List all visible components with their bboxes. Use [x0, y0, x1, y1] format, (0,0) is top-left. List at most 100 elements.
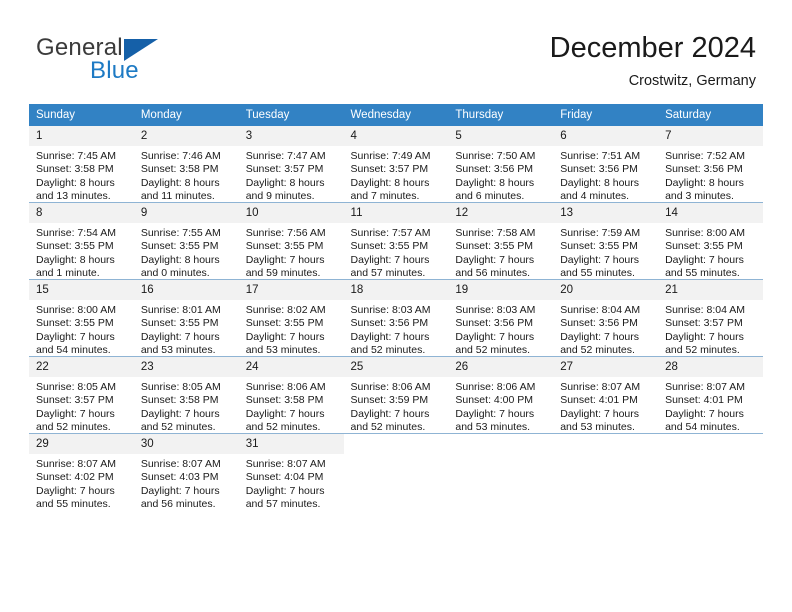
day-cell[interactable]: 6 Sunrise: 7:51 AM Sunset: 3:56 PM Daylight… [553, 126, 659, 202]
day-cell[interactable]: 8 Sunrise: 7:54 AM Sunset: 3:55 PM Daylight… [29, 203, 134, 279]
daylight-text-line1: Daylight: 7 hours [36, 330, 115, 343]
day-number: 31 [238, 434, 344, 454]
day-cell[interactable]: 26 Sunrise: 8:06 AM Sunset: 4:00 PM Dayligh… [448, 357, 554, 433]
day-cell-empty [553, 434, 658, 510]
daylight-text-line1: Daylight: 7 hours [665, 330, 744, 343]
day-sun-info: Sunrise: 8:00 AM Sunset: 3:55 PM Daylight:… [658, 223, 763, 281]
sunset-text: Sunset: 3:58 PM [140, 163, 219, 176]
sunrise-text: Sunrise: 7:54 AM [36, 227, 116, 239]
day-number [448, 434, 553, 454]
logo-text-blue: Blue [90, 57, 139, 84]
day-cell[interactable]: 14 Sunrise: 8:00 AM Sunset: 3:55 PM Dayligh… [658, 203, 763, 279]
sunrise-text: Sunrise: 8:07 AM [665, 381, 746, 393]
day-cell[interactable]: 2 Sunrise: 7:46 AM Sunset: 3:58 PM Daylight… [133, 126, 239, 204]
day-number: 23 [133, 357, 239, 377]
day-number: 8 [29, 203, 134, 223]
sunset-text: Sunset: 3:56 PM [560, 163, 638, 176]
sunrise-text: Sunrise: 8:07 AM [245, 458, 326, 470]
sunset-text: Sunset: 3:58 PM [245, 394, 324, 407]
sunset-text: Sunset: 3:55 PM [140, 317, 219, 330]
calendar-cell: 19 Sunrise: 8:03 AM Sunset: 3:56 PM Dayligh… [448, 279, 554, 357]
location-subtitle: Crostwitz, Germany [628, 73, 756, 89]
day-cell[interactable]: 19 Sunrise: 8:03 AM Sunset: 3:56 PM Dayligh… [448, 280, 554, 356]
day-number: 15 [29, 280, 134, 300]
daylight-text-line1: Daylight: 8 hours [36, 253, 115, 266]
calendar-cell: 6 Sunrise: 7:51 AM Sunset: 3:56 PM Daylight… [553, 126, 659, 203]
daylight-text-line1: Daylight: 7 hours [455, 253, 535, 266]
calendar-cell: 27 Sunrise: 8:07 AM Sunset: 4:01 PM Dayligh… [553, 356, 659, 434]
sunrise-text: Sunrise: 8:04 AM [665, 304, 746, 316]
daylight-text-line1: Daylight: 7 hours [665, 407, 744, 420]
calendar-cell: 20 Sunrise: 8:04 AM Sunset: 3:56 PM Dayligh… [553, 279, 659, 357]
sunrise-text: Sunrise: 8:04 AM [560, 304, 641, 316]
sunrise-text: Sunrise: 7:47 AM [245, 150, 326, 162]
sunrise-text: Sunrise: 8:00 AM [665, 227, 746, 239]
day-cell[interactable]: 31 Sunrise: 8:07 AM Sunset: 4:04 PM Dayligh… [238, 434, 344, 511]
day-sun-info: Sunrise: 8:00 AM Sunset: 3:55 PM Daylight:… [29, 300, 134, 358]
day-cell[interactable]: 25 Sunrise: 8:06 AM Sunset: 3:59 PM Dayligh… [343, 357, 449, 433]
day-cell[interactable]: 27 Sunrise: 8:07 AM Sunset: 4:01 PM Dayligh… [553, 357, 659, 433]
day-cell[interactable]: 15 Sunrise: 8:00 AM Sunset: 3:55 PM Dayligh… [29, 280, 134, 356]
day-cell[interactable]: 29 Sunrise: 8:07 AM Sunset: 4:02 PM Dayligh… [29, 434, 134, 510]
day-cell[interactable]: 24 Sunrise: 8:06 AM Sunset: 3:58 PM Dayligh… [238, 357, 344, 435]
daylight-text-line2: and 57 minutes. [245, 498, 321, 511]
daylight-text-line1: Daylight: 8 hours [665, 176, 744, 189]
calendar-cell: 31 Sunrise: 8:07 AM Sunset: 4:04 PM Dayligh… [238, 433, 344, 511]
day-number: 11 [343, 203, 449, 223]
day-cell[interactable]: 30 Sunrise: 8:07 AM Sunset: 4:03 PM Dayligh… [133, 434, 239, 510]
day-cell[interactable]: 12 Sunrise: 7:58 AM Sunset: 3:55 PM Dayligh… [448, 203, 554, 281]
day-number: 21 [658, 280, 763, 300]
day-cell[interactable]: 20 Sunrise: 8:04 AM Sunset: 3:56 PM Dayligh… [553, 280, 659, 356]
day-cell[interactable]: 4 Sunrise: 7:49 AM Sunset: 3:57 PM Daylight… [343, 126, 449, 202]
sunrise-text: Sunrise: 8:07 AM [36, 458, 116, 470]
day-number: 26 [448, 357, 554, 377]
title-block: December 2024 Crostwitz, Germany [550, 30, 756, 90]
weekday-header-tuesday: Tuesday [238, 104, 344, 126]
day-cell[interactable]: 3 Sunrise: 7:47 AM Sunset: 3:57 PM Daylight… [238, 126, 344, 202]
day-cell[interactable]: 17 Sunrise: 8:02 AM Sunset: 3:55 PM Dayligh… [238, 280, 344, 356]
day-number [553, 434, 658, 454]
day-cell[interactable]: 21 Sunrise: 8:04 AM Sunset: 3:57 PM Dayligh… [658, 280, 763, 356]
calendar-cell [448, 433, 554, 510]
sunrise-text: Sunrise: 7:55 AM [140, 227, 221, 239]
weekday-header-saturday: Saturday [658, 104, 763, 126]
day-cell[interactable]: 22 Sunrise: 8:05 AM Sunset: 3:57 PM Dayligh… [29, 357, 134, 433]
day-cell[interactable]: 7 Sunrise: 7:52 AM Sunset: 3:56 PM Daylight… [658, 126, 763, 202]
sunset-text: Sunset: 4:00 PM [455, 394, 534, 407]
day-number: 9 [133, 203, 239, 223]
sunset-text: Sunset: 3:55 PM [560, 240, 638, 253]
day-cell[interactable]: 9 Sunrise: 7:55 AM Sunset: 3:55 PM Daylight… [133, 203, 239, 279]
daylight-text-line1: Daylight: 8 hours [245, 176, 325, 189]
day-sun-info: Sunrise: 7:58 AM Sunset: 3:55 PM Daylight:… [448, 223, 553, 281]
sunset-text: Sunset: 3:56 PM [350, 317, 429, 330]
calendar-cell: 25 Sunrise: 8:06 AM Sunset: 3:59 PM Dayligh… [343, 356, 449, 434]
daylight-text-line1: Daylight: 7 hours [350, 330, 430, 343]
calendar-cell: 9 Sunrise: 7:55 AM Sunset: 3:55 PM Daylight… [133, 202, 239, 280]
calendar-cell: 22 Sunrise: 8:05 AM Sunset: 3:57 PM Dayligh… [29, 356, 134, 434]
sunrise-text: Sunrise: 8:00 AM [36, 304, 116, 316]
day-cell[interactable]: 5 Sunrise: 7:50 AM Sunset: 3:56 PM Daylight… [448, 126, 554, 202]
day-cell[interactable]: 11 Sunrise: 7:57 AM Sunset: 3:55 PM Dayligh… [343, 203, 449, 281]
generalblue-logo[interactable]: General Blue [36, 34, 236, 90]
daylight-text-line1: Daylight: 7 hours [140, 484, 220, 497]
daylight-text-line1: Daylight: 7 hours [36, 407, 115, 420]
day-number: 2 [133, 126, 239, 146]
sunset-text: Sunset: 4:04 PM [245, 471, 324, 484]
day-sun-info: Sunrise: 7:57 AM Sunset: 3:55 PM Daylight:… [344, 223, 449, 281]
day-cell[interactable]: 23 Sunrise: 8:05 AM Sunset: 3:58 PM Dayligh… [133, 357, 239, 433]
day-cell[interactable]: 28 Sunrise: 8:07 AM Sunset: 4:01 PM Dayligh… [658, 357, 763, 433]
weekday-header-thursday: Thursday [448, 104, 554, 126]
day-number: 14 [658, 203, 763, 223]
daylight-text-line1: Daylight: 8 hours [36, 176, 115, 189]
weekday-header-sunday: Sunday [29, 104, 134, 126]
day-cell[interactable]: 18 Sunrise: 8:03 AM Sunset: 3:56 PM Dayligh… [343, 280, 449, 356]
day-cell[interactable]: 10 Sunrise: 7:56 AM Sunset: 3:55 PM Dayligh… [238, 203, 344, 279]
sunrise-text: Sunrise: 7:57 AM [350, 227, 431, 239]
day-sun-info: Sunrise: 7:46 AM Sunset: 3:58 PM Daylight:… [134, 146, 239, 204]
day-cell[interactable]: 1 Sunrise: 7:45 AM Sunset: 3:58 PM Daylight… [29, 126, 134, 202]
day-sun-info: Sunrise: 8:06 AM Sunset: 3:58 PM Daylight:… [239, 377, 344, 435]
sunrise-text: Sunrise: 8:01 AM [140, 304, 221, 316]
day-cell[interactable]: 13 Sunrise: 7:59 AM Sunset: 3:55 PM Dayligh… [553, 203, 659, 279]
day-number: 5 [448, 126, 554, 146]
day-cell[interactable]: 16 Sunrise: 8:01 AM Sunset: 3:55 PM Dayligh… [133, 280, 239, 356]
